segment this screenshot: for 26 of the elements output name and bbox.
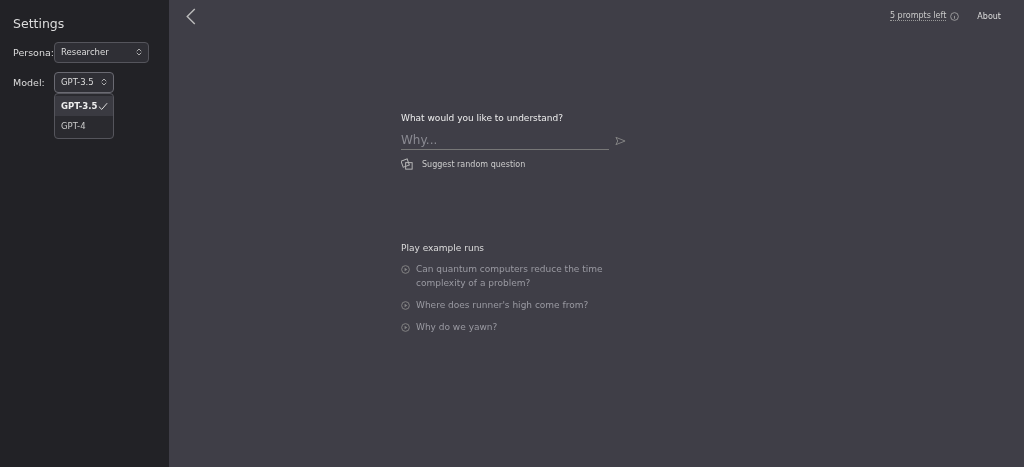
updown-icon xyxy=(136,48,142,56)
model-select[interactable]: GPT-3.5 xyxy=(54,71,114,93)
example-run-link[interactable]: Why do we yawn? xyxy=(401,320,626,334)
prompts-left-text: 5 prompts left xyxy=(889,11,947,21)
question-label: What would you like to understand? xyxy=(401,113,565,123)
persona-select[interactable]: Researcher xyxy=(54,41,149,63)
example-run-link[interactable]: Can quantum computers reduce the time complexity of a problem? xyxy=(401,262,626,290)
dice-icon xyxy=(401,158,414,171)
play-icon xyxy=(401,265,410,274)
check-icon xyxy=(98,101,108,111)
send-icon[interactable] xyxy=(615,135,626,146)
play-icon xyxy=(401,301,410,310)
dropdown-option[interactable]: GPT-4 xyxy=(55,116,113,136)
updown-icon xyxy=(101,78,107,86)
about-link[interactable]: About xyxy=(977,11,1001,21)
info-icon[interactable] xyxy=(950,11,960,21)
example-run-link[interactable]: Where does runner's high come from? xyxy=(401,298,626,312)
suggest-button[interactable]: Suggest random question xyxy=(401,158,641,171)
back-icon[interactable] xyxy=(186,8,196,25)
examples-title: Play example runs xyxy=(401,243,486,253)
question-input[interactable]: Why... xyxy=(401,131,609,150)
sidebar-title: Settings xyxy=(13,16,66,31)
play-icon xyxy=(401,323,410,332)
model-label: Model: xyxy=(13,76,46,88)
persona-label: Persona: xyxy=(13,46,54,58)
dropdown-option[interactable]: GPT-3.5 xyxy=(55,96,113,116)
